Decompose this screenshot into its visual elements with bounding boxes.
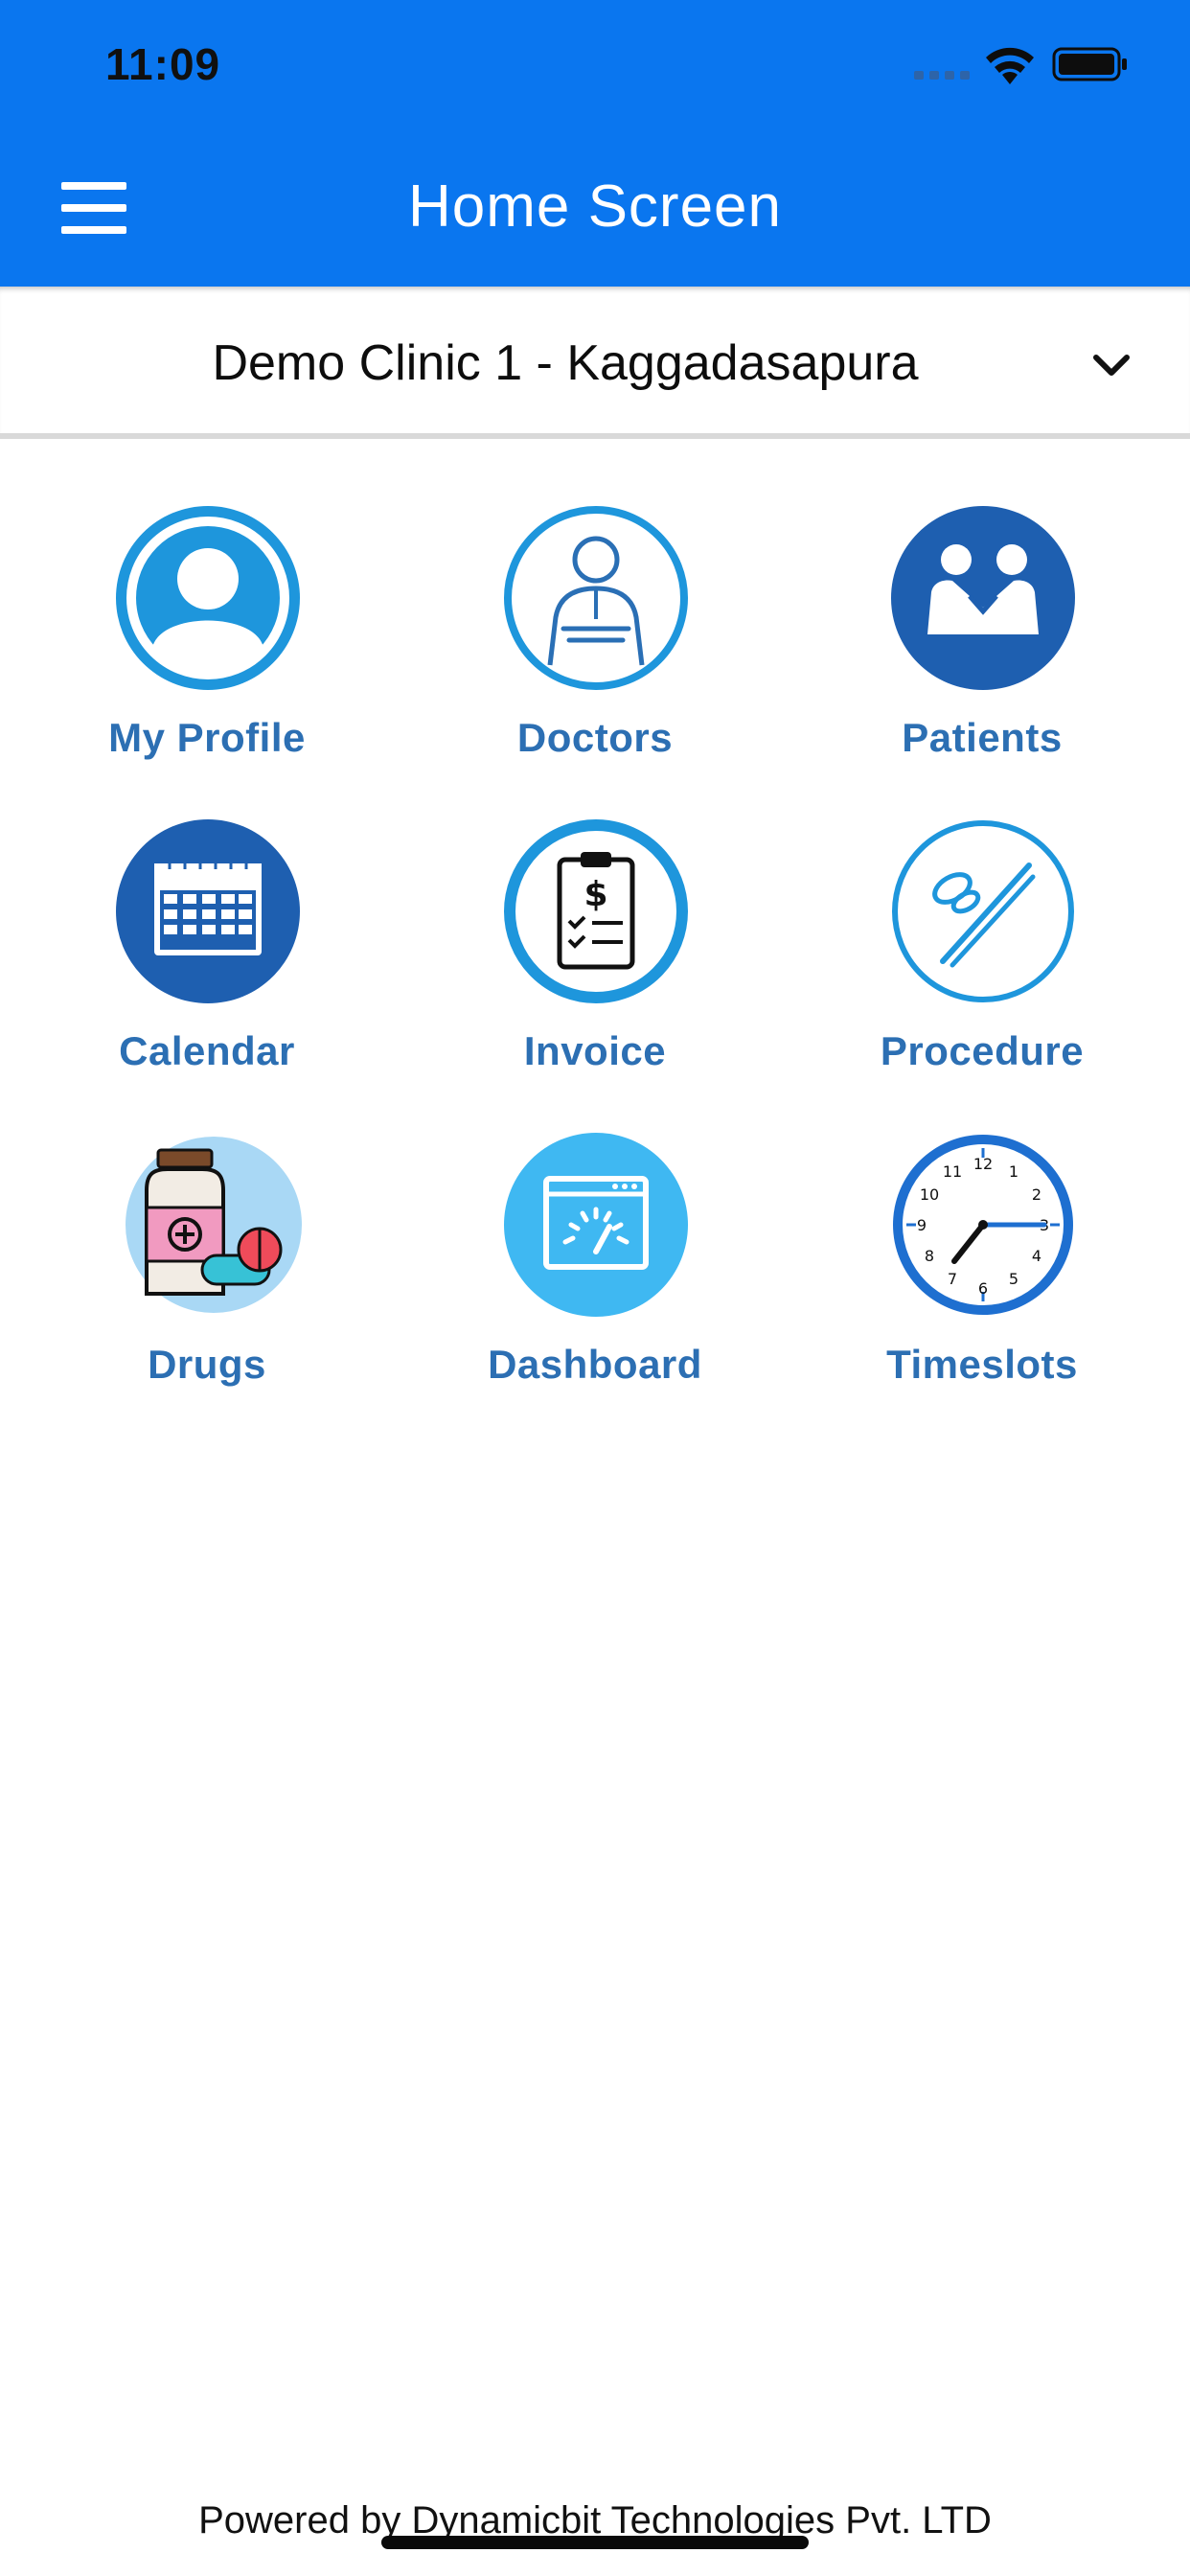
menu-item-label: Invoice — [523, 1028, 667, 1073]
page-title: Home Screen — [407, 173, 783, 240]
menu-item-patients[interactable]: Patients — [789, 498, 1176, 767]
clinic-dropdown[interactable]: Demo Clinic 1 - Kaggadasapura — [0, 287, 1190, 438]
svg-text:6: 6 — [978, 1279, 988, 1298]
handshake-icon — [891, 506, 1075, 690]
surgical-tools-icon — [892, 820, 1074, 1002]
doctor-icon — [504, 506, 688, 690]
svg-text:5: 5 — [1009, 1270, 1018, 1288]
cellular-signal-icon — [914, 71, 972, 80]
menu-item-label: Drugs — [148, 1342, 266, 1387]
menu-item-label: Procedure — [880, 1028, 1085, 1073]
menu-item-timeslots[interactable]: 1212 345 678 91011 Timeslots — [789, 1125, 1176, 1393]
svg-text:$: $ — [584, 875, 607, 914]
svg-text:7: 7 — [948, 1270, 957, 1288]
battery-icon — [1052, 47, 1127, 81]
menu-item-drugs[interactable]: Drugs — [13, 1125, 400, 1393]
chevron-down-icon — [1093, 355, 1130, 376]
svg-text:4: 4 — [1032, 1247, 1041, 1265]
svg-text:9: 9 — [917, 1216, 927, 1234]
dropdown-divider — [0, 433, 1190, 439]
navigation-bar: Home Screen — [0, 144, 1190, 287]
menu-item-label: Doctors — [516, 715, 674, 760]
menu-item-procedure[interactable]: Procedure — [789, 812, 1176, 1080]
svg-text:11: 11 — [943, 1162, 962, 1181]
wifi-icon — [986, 47, 1034, 84]
speedometer-dashboard-icon — [504, 1133, 688, 1317]
status-time: 11:09 — [105, 39, 221, 89]
clock-icon: 1212 345 678 91011 — [893, 1135, 1073, 1315]
menu-item-calendar[interactable]: Calendar — [13, 812, 400, 1080]
menu-item-dashboard[interactable]: Dashboard — [401, 1125, 789, 1393]
calendar-icon — [116, 819, 300, 1003]
menu-item-label: Timeslots — [886, 1342, 1078, 1387]
menu-item-doctors[interactable]: Doctors — [401, 498, 789, 767]
status-bar: 11:09 — [0, 0, 1190, 125]
user-profile-icon — [116, 506, 300, 690]
svg-text:12: 12 — [973, 1155, 993, 1173]
menu-item-label: My Profile — [108, 715, 306, 760]
svg-text:10: 10 — [920, 1185, 939, 1204]
home-indicator[interactable] — [381, 2536, 809, 2549]
invoice-clipboard-icon: $ — [504, 819, 688, 1003]
menu-item-my-profile[interactable]: My Profile — [13, 498, 400, 767]
medicine-bottle-icon — [126, 1137, 302, 1313]
top-app-bar: 11:09 Home Screen — [0, 0, 1190, 287]
svg-text:8: 8 — [925, 1247, 934, 1265]
menu-item-label: Dashboard — [488, 1342, 702, 1387]
svg-text:1: 1 — [1009, 1162, 1018, 1181]
menu-item-label: Patients — [902, 715, 1063, 760]
menu-item-label: Calendar — [119, 1028, 295, 1073]
clinic-dropdown-value: Demo Clinic 1 - Kaggadasapura — [212, 335, 919, 391]
menu-item-invoice[interactable]: $ Invoice — [401, 812, 789, 1080]
svg-text:2: 2 — [1032, 1185, 1041, 1204]
